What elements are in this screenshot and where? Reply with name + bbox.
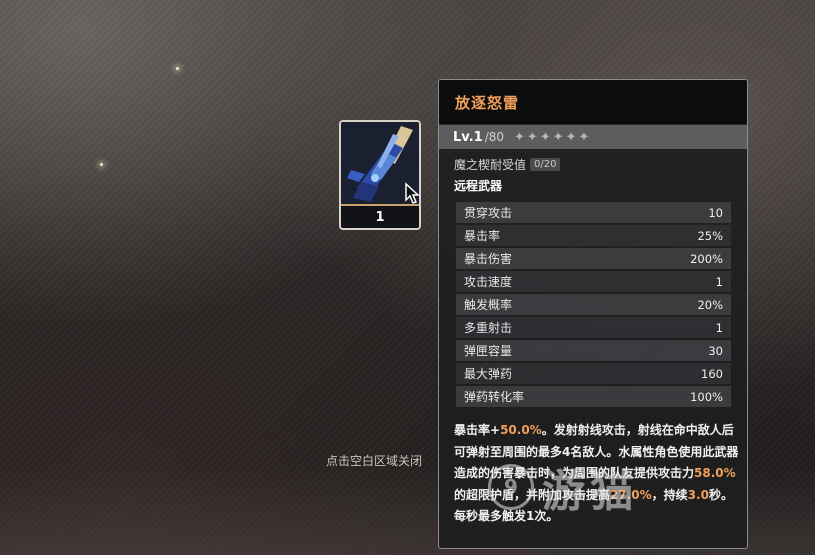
stat-value: 10 [708,205,723,220]
desc-text: 暴击率+ [454,423,501,437]
stat-value: 1 [715,320,723,335]
weapon-name: 放逐怒雷 [455,93,520,112]
stat-row: 贯穿攻击 10 [456,202,731,223]
stat-row: 攻击速度 1 [456,271,731,292]
stat-label: 弹药转化率 [464,390,525,404]
stat-row: 暴击伤害 200% [456,248,731,269]
star-rating: ✦ ✦ ✦ ✦ ✦ ✦ [514,131,589,144]
panel-header: 放逐怒雷 [439,80,747,125]
stat-row: 暴击率 25% [456,225,731,246]
stat-label: 最大弹药 [464,367,513,381]
stat-value: 20% [697,297,723,312]
level-bar: Lv.1 /80 ✦ ✦ ✦ ✦ ✦ ✦ [439,125,747,149]
star-icon: ✦ [552,129,564,145]
watermark-circle: 9 [488,464,534,510]
stat-label: 弹匣容量 [464,344,513,358]
weapon-count: 1 [341,204,419,228]
stat-row: 弹药转化率 100% [456,386,731,407]
stat-value: 160 [701,366,723,381]
stats-table: 贯穿攻击 10 暴击率 25% 暴击伤害 200% 攻击速度 1 触发概率 20% 多重射… [456,202,731,409]
desc-text: ，持续 [651,487,688,502]
stat-label: 暴击率 [464,229,501,243]
durability-value: 0/20 [530,158,561,171]
weapon-level: Lv.1 [453,129,483,145]
close-hint[interactable]: 点击空白区域关闭 [326,452,422,469]
stat-row: 多重射击 1 [456,317,731,338]
desc-highlight: 50.0% [500,423,542,437]
star-icon: ✦ [526,129,538,145]
star-icon: ✦ [578,129,590,145]
watermark-text: 游猫 [542,466,638,517]
desc-highlight: 58.0% [694,466,736,480]
durability-row: 魔之楔耐受值 0/20 [454,156,561,173]
weapon-level-max: /80 [484,130,504,144]
stat-row: 触发概率 20% [456,294,731,315]
stat-value: 30 [708,343,723,358]
background-sparkle [100,163,103,166]
background-sparkle [176,67,179,70]
stat-label: 多重射击 [464,321,513,335]
stat-value: 100% [690,389,723,404]
stat-row: 弹匣容量 30 [456,340,731,361]
star-icon: ✦ [539,129,551,145]
watermark-logo: 9 游猫 [488,455,638,519]
stat-label: 触发概率 [464,298,513,312]
stat-value: 1 [715,274,723,289]
star-icon: ✦ [565,129,577,145]
stat-value: 25% [697,228,723,243]
star-icon: ✦ [514,129,525,145]
stat-value: 200% [690,251,723,266]
desc-highlight: 3.0 [687,487,709,502]
weapon-icon-card[interactable]: 1 [339,120,421,230]
stat-label: 攻击速度 [464,275,513,289]
durability-label: 魔之楔耐受值 [454,158,527,172]
mouse-cursor-icon [405,182,420,204]
stat-row: 最大弹药 160 [456,363,731,384]
stat-label: 贯穿攻击 [464,206,513,220]
weapon-type: 远程武器 [454,179,503,193]
stat-label: 暴击伤害 [464,252,513,266]
